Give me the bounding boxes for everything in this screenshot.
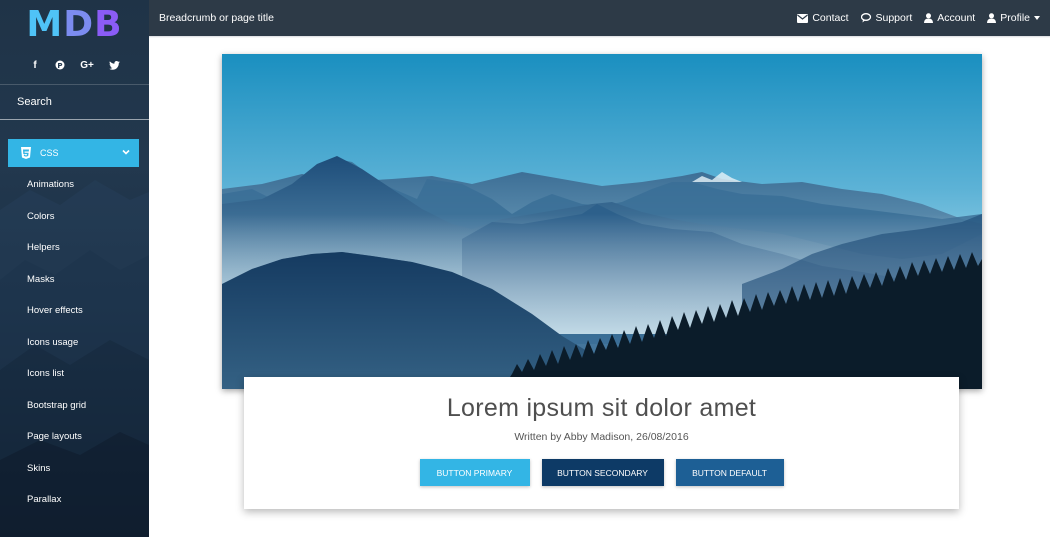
navbar-shadow: [149, 36, 1050, 38]
button-secondary[interactable]: Button Secondary: [541, 459, 664, 486]
sidebar-item-hover-effects[interactable]: Hover effects: [0, 295, 149, 327]
chevron-down-icon: [122, 149, 130, 155]
sidebar-item-masks[interactable]: Masks: [0, 264, 149, 296]
hero-image: [222, 54, 982, 389]
twitter-icon[interactable]: [108, 58, 120, 72]
sidebar-item-page-layouts[interactable]: Page layouts: [0, 421, 149, 453]
social-links: f P G+: [0, 58, 149, 72]
contact-label: Contact: [812, 12, 849, 24]
sidebar-item-animations[interactable]: Animations: [0, 169, 149, 201]
sidebar-item-icons-list[interactable]: Icons list: [0, 358, 149, 390]
profile-label: Profile: [1000, 12, 1030, 24]
sidebar-item-colors[interactable]: Colors: [0, 201, 149, 233]
profile-dropdown[interactable]: Profile: [987, 12, 1040, 24]
card-button-group: Button Primary Button Secondary Button d…: [244, 459, 959, 486]
button-primary[interactable]: Button Primary: [419, 459, 530, 486]
pinterest-icon[interactable]: P: [54, 58, 66, 72]
top-nav-links: Contact Support Account Profile: [797, 0, 1040, 36]
mdb-logo[interactable]: MDB: [0, 4, 149, 46]
logo-letter-b: B: [94, 4, 123, 45]
account-link[interactable]: Account: [924, 12, 975, 24]
contact-link[interactable]: Contact: [797, 12, 849, 24]
facebook-icon[interactable]: f: [29, 58, 41, 72]
css3-icon: [20, 147, 32, 159]
account-label: Account: [937, 12, 976, 24]
svg-text:P: P: [57, 62, 62, 70]
logo-letter-d: D: [63, 4, 95, 45]
mountain-landscape-image: [222, 54, 982, 389]
post-card: Lorem ipsum sit dolor amet Written by Ab…: [244, 377, 959, 509]
post-title: Lorem ipsum sit dolor amet: [446, 394, 757, 422]
sidebar-item-css-label: CSS: [40, 148, 59, 158]
sidebar-item-css[interactable]: CSS: [8, 139, 139, 167]
support-link[interactable]: Support: [860, 12, 913, 24]
sidebar-submenu: Animations Colors Helpers Masks Hover ef…: [0, 169, 149, 516]
search-input[interactable]: Search: [0, 85, 149, 119]
sidebar-item-skins[interactable]: Skins: [0, 453, 149, 485]
comments-icon: [860, 13, 871, 23]
button-default[interactable]: Button default: [675, 459, 784, 486]
sidebar-item-bootstrap-grid[interactable]: Bootstrap grid: [0, 390, 149, 422]
search-underline: [0, 119, 149, 120]
sidebar-item-parallax[interactable]: Parallax: [0, 484, 149, 516]
caret-down-icon: [1034, 16, 1040, 20]
envelope-icon: [797, 13, 809, 23]
sidebar-item-icons-usage[interactable]: Icons usage: [0, 327, 149, 359]
breadcrumb: Breadcrumb or page title: [159, 12, 274, 24]
google-plus-icon[interactable]: G+: [79, 58, 95, 72]
top-navbar: Breadcrumb or page title Contact Support…: [149, 0, 1050, 36]
user-icon: [987, 13, 997, 23]
logo-letter-m: M: [26, 4, 64, 45]
sidebar: MDB f P G+ Search CSS Animations Colors …: [0, 0, 149, 537]
sidebar-item-helpers[interactable]: Helpers: [0, 232, 149, 264]
support-label: Support: [875, 12, 913, 24]
post-meta: Written by Abby Madison, 26/08/2016: [514, 431, 689, 443]
user-icon: [924, 13, 934, 23]
